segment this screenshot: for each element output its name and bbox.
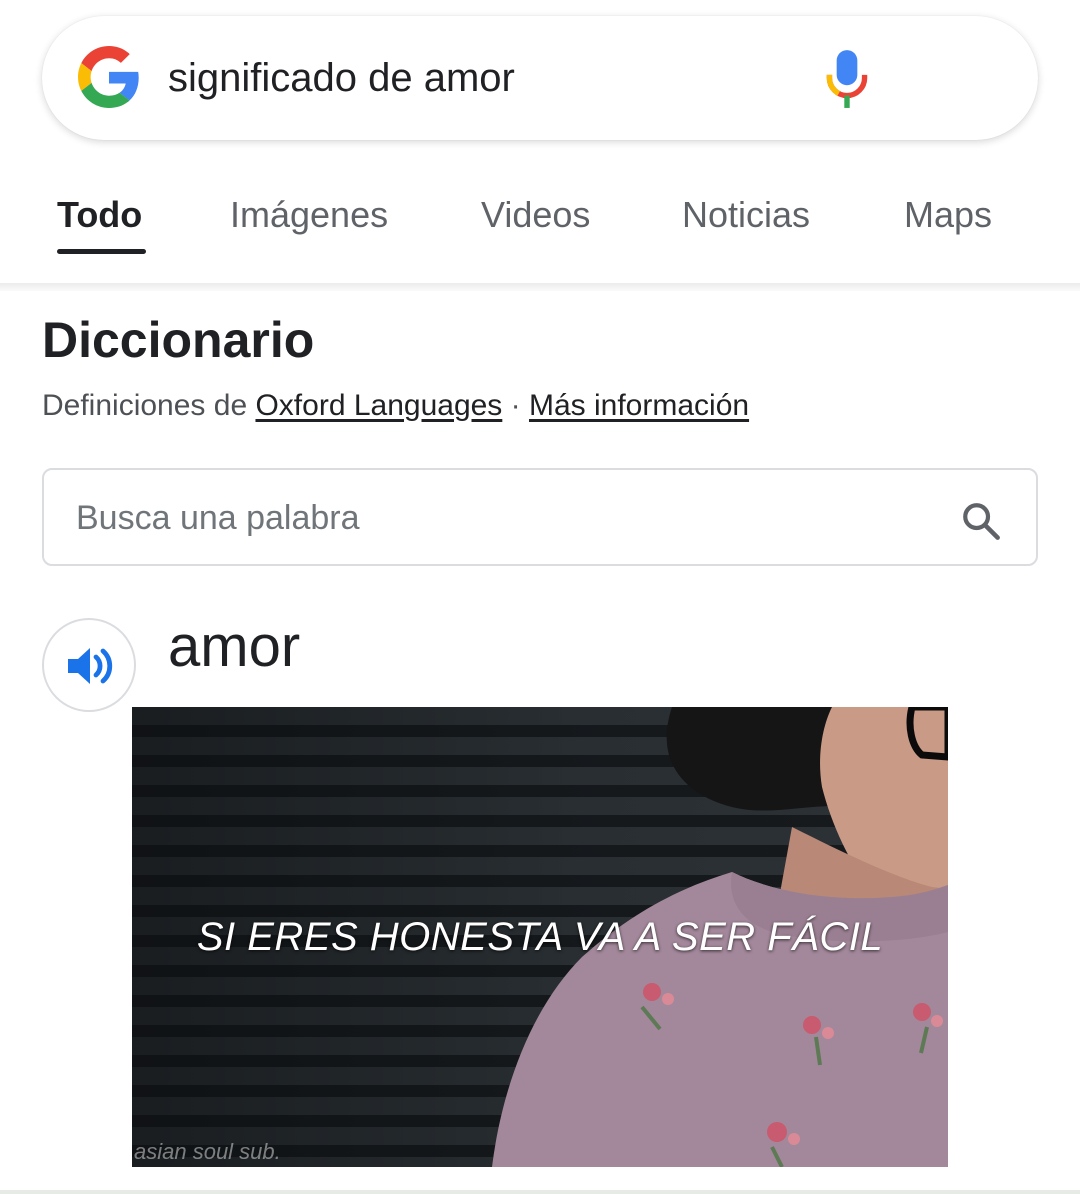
more-info-link[interactable]: Más información <box>529 389 749 422</box>
search-icon[interactable] <box>960 500 1002 542</box>
tab-noticias[interactable]: Noticias <box>682 192 810 238</box>
word-search-box[interactable] <box>42 468 1038 566</box>
source-separator: · <box>502 389 529 422</box>
video-watermark: asian soul sub. <box>134 1139 281 1164</box>
tabs-divider <box>0 283 1080 291</box>
video-overlay[interactable]: SI ERES HONESTA VA A SER FÁCIL asian sou… <box>132 707 948 1167</box>
tab-imagenes[interactable]: Imágenes <box>230 192 388 238</box>
word-search-input[interactable] <box>76 492 936 544</box>
microphone-icon[interactable] <box>822 48 872 110</box>
headword: amor <box>168 614 301 679</box>
google-logo-icon <box>78 46 139 108</box>
tab-maps[interactable]: Maps <box>904 192 992 238</box>
tab-todo[interactable]: Todo <box>57 192 142 238</box>
search-tabs: Todo Imágenes Videos Noticias Maps <box>0 168 1080 284</box>
source-prefix: Definiciones de <box>42 389 256 422</box>
pronunciation-button[interactable] <box>42 618 136 712</box>
speaker-icon <box>68 648 113 684</box>
dictionary-title: Diccionario <box>42 312 315 368</box>
bottom-strip <box>0 1190 1080 1194</box>
active-tab-indicator <box>57 249 146 254</box>
dictionary-source: Definiciones de Oxford Languages · Más i… <box>42 386 749 426</box>
tab-videos[interactable]: Videos <box>481 192 590 238</box>
search-query-text[interactable]: significado de amor <box>168 52 515 104</box>
search-bar[interactable]: significado de amor <box>42 16 1038 140</box>
page: significado de amor Todo Imágenes Videos… <box>0 0 1080 1194</box>
oxford-languages-link[interactable]: Oxford Languages <box>255 389 502 422</box>
video-subtitle: SI ERES HONESTA VA A SER FÁCIL <box>196 915 884 959</box>
